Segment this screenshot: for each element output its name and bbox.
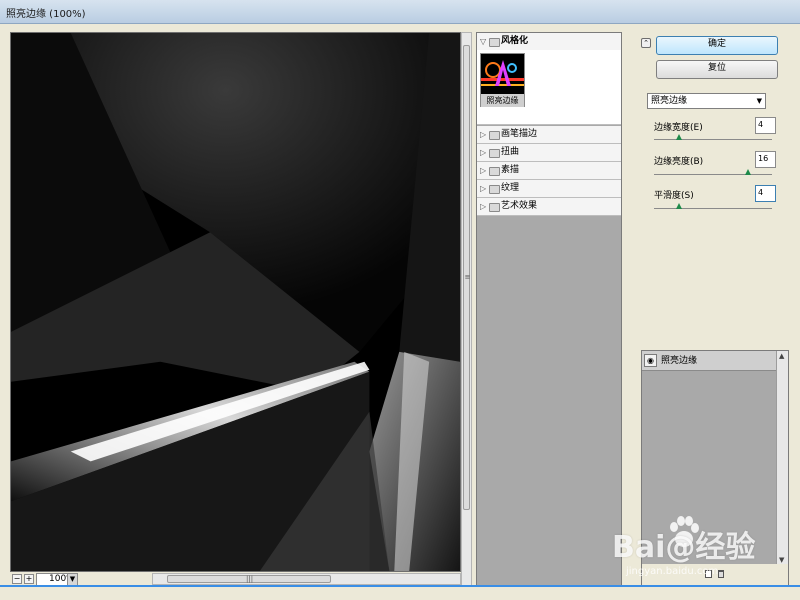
edge-brightness-slider-thumb[interactable] xyxy=(745,169,752,175)
folder-icon xyxy=(489,167,500,176)
chevron-down-icon: ▼ xyxy=(756,97,762,105)
filter-thumbnail-image xyxy=(481,54,524,94)
smoothness-label: 平滑度(S) xyxy=(654,191,694,201)
filter-controls-panel: ⌃ 确定 复位 照亮边缘 ▼ 边缘宽度(E) 4 边缘亮度(B) 16 平滑度(… xyxy=(638,32,790,342)
category-label: 扭曲 xyxy=(501,147,520,157)
effect-layer-row[interactable]: ◉ 照亮边缘 xyxy=(642,351,776,371)
edge-brightness-slider[interactable] xyxy=(654,174,772,175)
zoom-in-button[interactable]: + xyxy=(24,574,34,584)
filter-select-dropdown[interactable]: 照亮边缘 ▼ xyxy=(647,93,766,109)
filter-thumbnail-glowing-edges[interactable]: 照亮边缘 xyxy=(480,53,525,107)
folder-icon xyxy=(489,131,500,140)
zoom-dropdown-icon[interactable]: ▼ xyxy=(67,574,77,585)
edge-brightness-input[interactable]: 16 xyxy=(755,151,776,168)
effect-layer-label: 照亮边缘 xyxy=(661,356,698,366)
category-label: 素描 xyxy=(501,165,520,175)
smoothness-slider-thumb[interactable] xyxy=(675,203,682,209)
zoom-out-button[interactable]: − xyxy=(12,574,22,584)
reset-button[interactable]: 复位 xyxy=(656,60,778,79)
collapse-gallery-icon[interactable]: ⌃ xyxy=(641,38,651,48)
category-sketch[interactable]: ▷ 素描 xyxy=(477,162,621,180)
title-bar: 照亮边缘 (100%) xyxy=(0,0,800,24)
edge-width-slider-thumb[interactable] xyxy=(675,134,682,140)
folder-icon xyxy=(489,149,500,158)
filter-thumbnail-label: 照亮边缘 xyxy=(481,94,524,107)
category-brush-strokes[interactable]: ▷ 画笔描边 xyxy=(477,126,621,144)
edge-width-label: 边缘宽度(E) xyxy=(654,123,703,133)
stylize-filters: 照亮边缘 xyxy=(477,50,621,125)
window-title: 照亮边缘 (100%) xyxy=(6,9,86,20)
watermark: Bai@经验 jingyan.baidu.com xyxy=(612,512,792,582)
category-texture[interactable]: ▷ 纹理 xyxy=(477,180,621,198)
preview-canvas[interactable] xyxy=(10,32,461,572)
folder-icon xyxy=(489,185,500,194)
collapsed-triangle-icon: ▷ xyxy=(480,184,487,193)
grip-icon: ||| xyxy=(246,575,254,583)
edge-width-input[interactable]: 4 xyxy=(755,117,776,134)
edge-width-slider[interactable] xyxy=(654,139,772,140)
category-artistic[interactable]: ▷ 艺术效果 xyxy=(477,198,621,216)
watermark-url: jingyan.baidu.com xyxy=(626,566,719,577)
scroll-up-icon[interactable]: ▲ xyxy=(779,352,784,360)
smoothness-input[interactable]: 4 xyxy=(755,185,776,202)
preview-vertical-scrollbar[interactable]: ≡ xyxy=(461,32,472,587)
folder-icon xyxy=(489,203,500,212)
folder-icon xyxy=(489,38,500,47)
category-label: 纹理 xyxy=(501,183,520,193)
horizontal-scroll-thumb[interactable]: ||| xyxy=(167,575,331,583)
category-label: 风格化 xyxy=(501,36,529,46)
filter-select-value: 照亮边缘 xyxy=(651,96,688,106)
expanded-triangle-icon: ▽ xyxy=(480,37,487,46)
smoothness-slider[interactable] xyxy=(654,208,772,209)
collapsed-triangle-icon: ▷ xyxy=(480,202,487,211)
bottom-strip xyxy=(0,588,800,600)
category-label: 艺术效果 xyxy=(501,201,538,211)
vertical-scroll-thumb[interactable]: ≡ xyxy=(463,45,470,510)
collapsed-triangle-icon: ▷ xyxy=(480,130,487,139)
collapsed-triangle-icon: ▷ xyxy=(480,166,487,175)
collapsed-triangle-icon: ▷ xyxy=(480,148,487,157)
filter-gallery-panel: ▽ 风格化 照亮边缘 ▷ 画笔描边 ▷ 扭曲 ▷ 素描 ▷ 纹理 ▷ 艺术效果 xyxy=(476,32,622,587)
watermark-text: Bai@经验 xyxy=(612,530,756,565)
preview-horizontal-scrollbar[interactable]: ||| xyxy=(152,573,461,585)
category-label: 画笔描边 xyxy=(501,129,538,139)
eye-icon[interactable]: ◉ xyxy=(644,354,657,367)
category-stylize[interactable]: ▽ 风格化 xyxy=(477,33,621,51)
grip-icon: ≡ xyxy=(464,273,471,281)
category-distort[interactable]: ▷ 扭曲 xyxy=(477,144,621,162)
edge-brightness-label: 边缘亮度(B) xyxy=(654,157,704,167)
progress-line xyxy=(0,585,800,587)
ok-button[interactable]: 确定 xyxy=(656,36,778,55)
preview-image xyxy=(11,33,460,571)
